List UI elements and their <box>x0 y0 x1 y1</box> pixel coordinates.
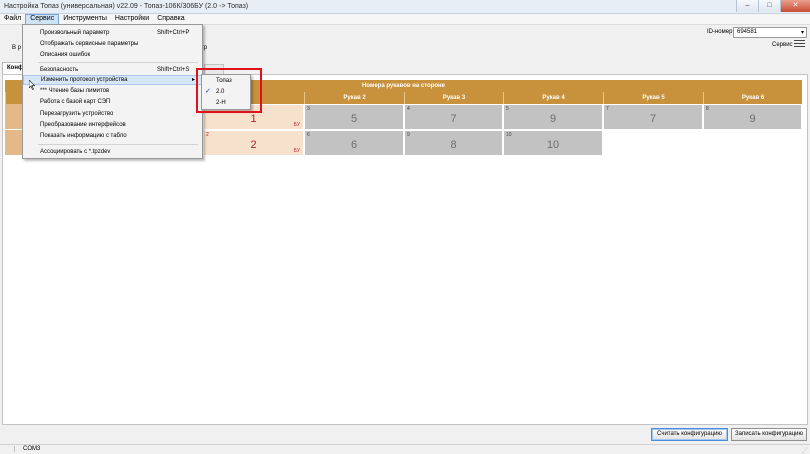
highlight-annotation <box>196 68 262 113</box>
menu-item-label: Преобразование интерфейсов <box>40 122 126 128</box>
cell-index: 9 <box>407 132 410 138</box>
menu-item-label: Работа с базой карт СЭП <box>40 99 111 105</box>
row-label-side-2 <box>5 130 23 155</box>
cell-index: 8 <box>706 106 709 112</box>
cell-index: 3 <box>307 106 310 112</box>
menu-separator <box>38 62 198 63</box>
menu-item-reboot-device[interactable]: Перезагрузить устройство <box>23 109 202 119</box>
cell-index: 6 <box>307 132 310 138</box>
read-config-button[interactable]: Считать конфигурацию <box>651 428 728 441</box>
menu-item-interface-conversion[interactable]: Преобразование интерфейсов <box>23 120 202 130</box>
menu-item-show-service-params[interactable]: Отображать сервисные параметры <box>23 39 202 49</box>
cell-value: 9 <box>549 113 557 125</box>
menu-separator <box>38 144 198 145</box>
grid-cell[interactable]: 4 7 <box>404 104 503 130</box>
menu-item-label: *** Чтение базы лимитов <box>40 88 110 94</box>
grid-cell[interactable]: 8 9 <box>703 104 802 130</box>
column-header-nozzle-4: Рукав 4 <box>503 92 603 104</box>
menu-item-shortcut: Shift+Ctrl+P <box>157 30 190 36</box>
menu-item-label: Показать информацию с табло <box>40 133 127 139</box>
menu-item-security[interactable]: Безопасность Shift+Ctrl+S <box>23 65 202 75</box>
submenu-arrow-icon: ▸ <box>191 77 195 83</box>
cell-index: 7 <box>606 106 609 112</box>
service-label: Сервис <box>772 42 793 48</box>
grid-cell[interactable]: 10 10 <box>503 130 603 156</box>
cell-value: 7 <box>450 113 457 125</box>
cell-value: 1 <box>250 113 257 125</box>
menu-item-label: Безопасность <box>40 67 79 73</box>
cell-index: 5 <box>506 106 509 112</box>
row-label-side-1 <box>5 104 23 129</box>
menu-item-label: Перезагрузить устройство <box>40 111 114 117</box>
column-header-nozzle-2: Рукав 2 <box>304 92 404 104</box>
service-dropdown-menu: Произвольный параметр Shift+Ctrl+P Отобр… <box>22 24 203 159</box>
grid-cell[interactable]: 6 6 <box>304 130 404 156</box>
menu-item-show-display-info[interactable]: Показать информацию с табло <box>23 131 202 141</box>
cell-value: 8 <box>450 139 457 151</box>
column-header-nozzle-6: Рукав 6 <box>703 92 802 104</box>
resize-grip-icon[interactable]: ⋰ <box>802 447 808 454</box>
cell-value: 5 <box>350 113 358 125</box>
grid-cell[interactable]: 5 9 <box>503 104 603 130</box>
cell-index: 10 <box>506 132 512 138</box>
cell-value: 10 <box>546 139 560 151</box>
column-header-nozzle-5: Рукав 5 <box>603 92 703 104</box>
window-title: Настройка Топаз (универсальная) v22.09 -… <box>4 3 249 10</box>
menu-item-change-protocol[interactable]: Изменить протокол устройства ▸ <box>23 75 202 85</box>
cell-value: 6 <box>350 139 358 151</box>
menu-item-label: Изменить протокол устройства <box>41 77 128 83</box>
id-number-select[interactable]: 694581 ▾ <box>733 27 807 38</box>
grid-cell[interactable]: 2 2 БУ <box>203 130 304 156</box>
menu-item-read-limits-base[interactable]: *** Чтение базы лимитов <box>23 86 202 96</box>
cell-value: 2 <box>250 139 257 151</box>
column-header-nozzle-3: Рукав 3 <box>404 92 503 104</box>
chevron-down-icon: ▾ <box>800 30 804 36</box>
menu-item-label: Описания ошибок <box>40 52 91 58</box>
menu-item-associate-tpzdev[interactable]: Ассоциировать с *.tpzdev <box>23 147 202 157</box>
cell-bu-tag: БУ <box>293 148 300 154</box>
com-port-status: COM3 <box>14 446 40 452</box>
id-number-value: 694581 <box>737 29 758 35</box>
menu-item-label: Ассоциировать с *.tpzdev <box>40 149 111 155</box>
toolbar-partial-label[interactable]: В р <box>12 45 21 51</box>
id-number-label: ID-номер <box>707 29 733 35</box>
cell-value: 9 <box>749 113 756 125</box>
cell-index: 4 <box>407 106 410 112</box>
grid-cell[interactable]: 3 5 <box>304 104 404 130</box>
maximize-button[interactable]: □ <box>758 0 780 12</box>
window-controls: – □ ✕ <box>736 0 810 12</box>
menu-item-sep-cards-base[interactable]: Работа с базой карт СЭП <box>23 97 202 107</box>
cell-bu-tag: БУ <box>293 122 300 128</box>
title-bar: Настройка Топаз (универсальная) v22.09 -… <box>0 0 810 14</box>
grid-cell[interactable]: 7 7 <box>603 104 703 130</box>
hamburger-menu-icon[interactable] <box>794 40 805 50</box>
menu-item-label: Произвольный параметр <box>40 30 110 36</box>
mouse-cursor-icon <box>29 80 35 90</box>
cell-value: 7 <box>649 113 657 125</box>
status-bar: COM3 ⋰ <box>0 444 810 454</box>
menu-item-label: Отображать сервисные параметры <box>40 41 139 47</box>
close-button[interactable]: ✕ <box>780 0 810 12</box>
menu-item-arbitrary-parameter[interactable]: Произвольный параметр Shift+Ctrl+P <box>23 28 202 38</box>
cell-index: 2 <box>206 132 209 138</box>
menu-item-error-descriptions[interactable]: Описания ошибок <box>23 50 202 60</box>
grid-cell[interactable]: 9 8 <box>404 130 503 156</box>
menu-item-shortcut: Shift+Ctrl+S <box>157 67 190 73</box>
minimize-button[interactable]: – <box>736 0 758 12</box>
write-config-button[interactable]: Записать конфигурацию <box>731 428 807 441</box>
